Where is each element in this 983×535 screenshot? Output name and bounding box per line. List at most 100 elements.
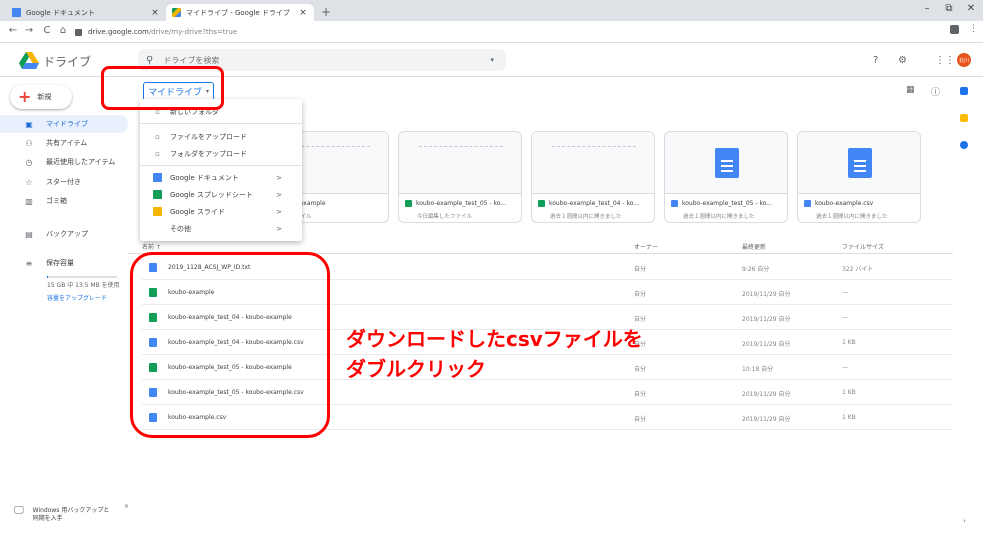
backup-promo[interactable]: 🖵 Windows 用バックアップと 同期を入手 xyxy=(14,505,109,523)
avatar[interactable]: 北川 xyxy=(957,53,971,67)
close-tab-icon[interactable]: × xyxy=(298,8,308,18)
my-drive-dropdown-menu: ▫ 新しいフォルダ ▫ ファイルをアップロード ▫ フォルダをアップロード Go… xyxy=(140,99,302,241)
url-path: /drive/my-drive?ths=true xyxy=(148,28,238,36)
close-window-button[interactable]: ✕ xyxy=(962,3,980,14)
maximize-button[interactable]: ⧉ xyxy=(940,3,958,14)
keep-icon[interactable] xyxy=(960,114,968,122)
close-promo-icon[interactable]: × xyxy=(124,503,129,510)
storage-icon: ≡ xyxy=(25,258,33,268)
sheets-icon xyxy=(405,200,412,207)
annotation-highlight-file-list xyxy=(130,252,330,438)
menu-item-google-docs[interactable]: Google ドキュメント > xyxy=(140,169,302,186)
sidebar-item-my-drive[interactable]: ▣ マイドライブ xyxy=(0,115,128,133)
menu-item-google-slides[interactable]: Google スライド > xyxy=(140,203,302,220)
tasks-icon[interactable] xyxy=(960,141,968,149)
docs-icon xyxy=(153,173,162,182)
tab-google-docs[interactable]: Google ドキュメント × xyxy=(6,4,166,21)
menu-item-google-sheets[interactable]: Google スプレッドシート > xyxy=(140,186,302,203)
search-options-icon[interactable]: ▾ xyxy=(490,56,494,64)
file-thumbnail xyxy=(399,132,521,194)
column-name[interactable]: 名前 ↑ xyxy=(142,242,161,251)
quick-access-card[interactable]: koubo-example.csv 過去１週間以内に開きました xyxy=(797,131,921,223)
file-owner: 自分 xyxy=(634,291,647,298)
card-subtitle: 過去１週間以内に開きました xyxy=(816,214,888,220)
file-owner: 自分 xyxy=(634,316,647,323)
home-icon[interactable]: ⌂ xyxy=(56,25,70,36)
sidebar-item-storage[interactable]: ≡ 保存容量 xyxy=(0,254,128,272)
upgrade-storage-link[interactable]: 容量をアップグレード xyxy=(47,293,107,302)
sidebar-item-trash[interactable]: ▥ ゴミ箱 xyxy=(0,192,128,210)
quick-access-card[interactable]: koubo-example_test_05 - ko... 今日編集したファイル xyxy=(398,131,522,223)
backup-icon: ▤ xyxy=(25,229,33,239)
sidebar-item-backup[interactable]: ▤ バックアップ xyxy=(0,225,128,243)
card-title: koubo-example_test_05 - ko... xyxy=(682,200,772,207)
chevron-right-icon: > xyxy=(276,173,282,182)
menu-item-file-upload[interactable]: ▫ ファイルをアップロード xyxy=(140,128,302,145)
sidebar-item-recent[interactable]: ◷ 最近使用したアイテム xyxy=(0,153,128,171)
new-tab-button[interactable]: + xyxy=(321,5,331,19)
new-button[interactable]: + 新規 xyxy=(10,85,72,109)
reload-icon[interactable]: C xyxy=(40,25,54,36)
info-icon[interactable]: ⓘ xyxy=(931,85,940,98)
star-icon: ☆ xyxy=(25,177,33,187)
quick-access-card[interactable]: koubo-example_test_04 - ko... 過去１週間以内に開き… xyxy=(531,131,655,223)
drive-icon: ▣ xyxy=(25,119,33,129)
menu-item-label: Google スライド xyxy=(170,207,225,216)
sidebar-item-shared[interactable]: ⚇ 共有アイテム xyxy=(0,134,128,152)
backup-promo-line2: 同期を入手 xyxy=(32,515,63,522)
file-size: — xyxy=(842,364,848,371)
sidebar-item-starred[interactable]: ☆ スター付き xyxy=(0,173,128,191)
card-subtitle: 過去１週間以内に開きました xyxy=(683,214,755,220)
drive-logo-icon[interactable] xyxy=(19,52,39,69)
search-input[interactable] xyxy=(163,55,464,65)
calendar-icon[interactable] xyxy=(960,87,968,95)
chevron-right-icon[interactable]: › xyxy=(963,517,966,525)
settings-gear-icon[interactable]: ⚙ xyxy=(898,55,907,66)
minimize-button[interactable]: – xyxy=(918,3,936,14)
file-thumbnail xyxy=(665,132,787,194)
card-title: koubo-example.csv xyxy=(815,200,874,207)
browser-menu-icon[interactable]: ⋮ xyxy=(969,24,978,34)
annotation-highlight-breadcrumb xyxy=(101,66,224,110)
menu-item-label: ファイルをアップロード xyxy=(170,132,247,141)
file-size: — xyxy=(842,289,848,296)
file-owner: 自分 xyxy=(634,266,647,273)
file-owner: 自分 xyxy=(634,416,647,423)
browser-profile-icon[interactable] xyxy=(950,25,959,34)
menu-item-more[interactable]: その他 > xyxy=(140,220,302,237)
sidebar-item-label: 最近使用したアイテム xyxy=(46,158,116,166)
help-icon[interactable]: ? xyxy=(873,55,878,66)
back-arrow-icon[interactable]: ← xyxy=(6,25,20,36)
close-tab-icon[interactable]: × xyxy=(150,8,160,18)
quick-access-card[interactable]: koubo-example_test_05 - ko... 過去１週間以内に開き… xyxy=(664,131,788,223)
file-owner: 自分 xyxy=(634,391,647,398)
chevron-right-icon: > xyxy=(276,207,282,216)
recent-icon: ◷ xyxy=(25,157,33,167)
file-modified: 10:18 自分 xyxy=(742,366,774,373)
file-modified: 9:26 自分 xyxy=(742,266,770,273)
menu-item-folder-upload[interactable]: ▫ フォルダをアップロード xyxy=(140,145,302,162)
sheets-icon xyxy=(538,200,545,207)
file-modified: 2019/11/29 自分 xyxy=(742,341,791,348)
forward-arrow-icon[interactable]: → xyxy=(22,25,36,36)
file-size: 1 KB xyxy=(842,389,856,396)
product-name: ドライブ xyxy=(43,55,92,69)
sidebar-item-label: 保存容量 xyxy=(46,259,74,267)
url-field[interactable]: drive.google.com /drive/my-drive?ths=tru… xyxy=(75,25,935,39)
search-icon[interactable]: ⚲ xyxy=(146,55,153,66)
quick-access-name: koubo-example_test_05 - ko... xyxy=(405,200,517,207)
storage-bar xyxy=(47,276,117,278)
chevron-right-icon: > xyxy=(276,224,282,233)
file-modified: 2019/11/29 自分 xyxy=(742,316,791,323)
card-subtitle: 今日編集したファイル xyxy=(417,214,473,220)
tab-my-drive[interactable]: マイドライブ - Google ドライブ × xyxy=(166,4,314,21)
computer-icon: 🖵 xyxy=(14,505,24,516)
annotation-callout: ダウンロードしたcsvファイルを ダブルクリック xyxy=(346,324,643,384)
menu-divider xyxy=(140,123,302,124)
docs-icon xyxy=(804,200,811,207)
grid-view-icon[interactable]: ▦ xyxy=(906,85,915,95)
sidebar-item-label: バックアップ xyxy=(46,230,88,238)
lock-icon xyxy=(75,28,82,36)
drive-favicon-icon xyxy=(172,8,181,17)
file-thumbnail xyxy=(532,132,654,194)
